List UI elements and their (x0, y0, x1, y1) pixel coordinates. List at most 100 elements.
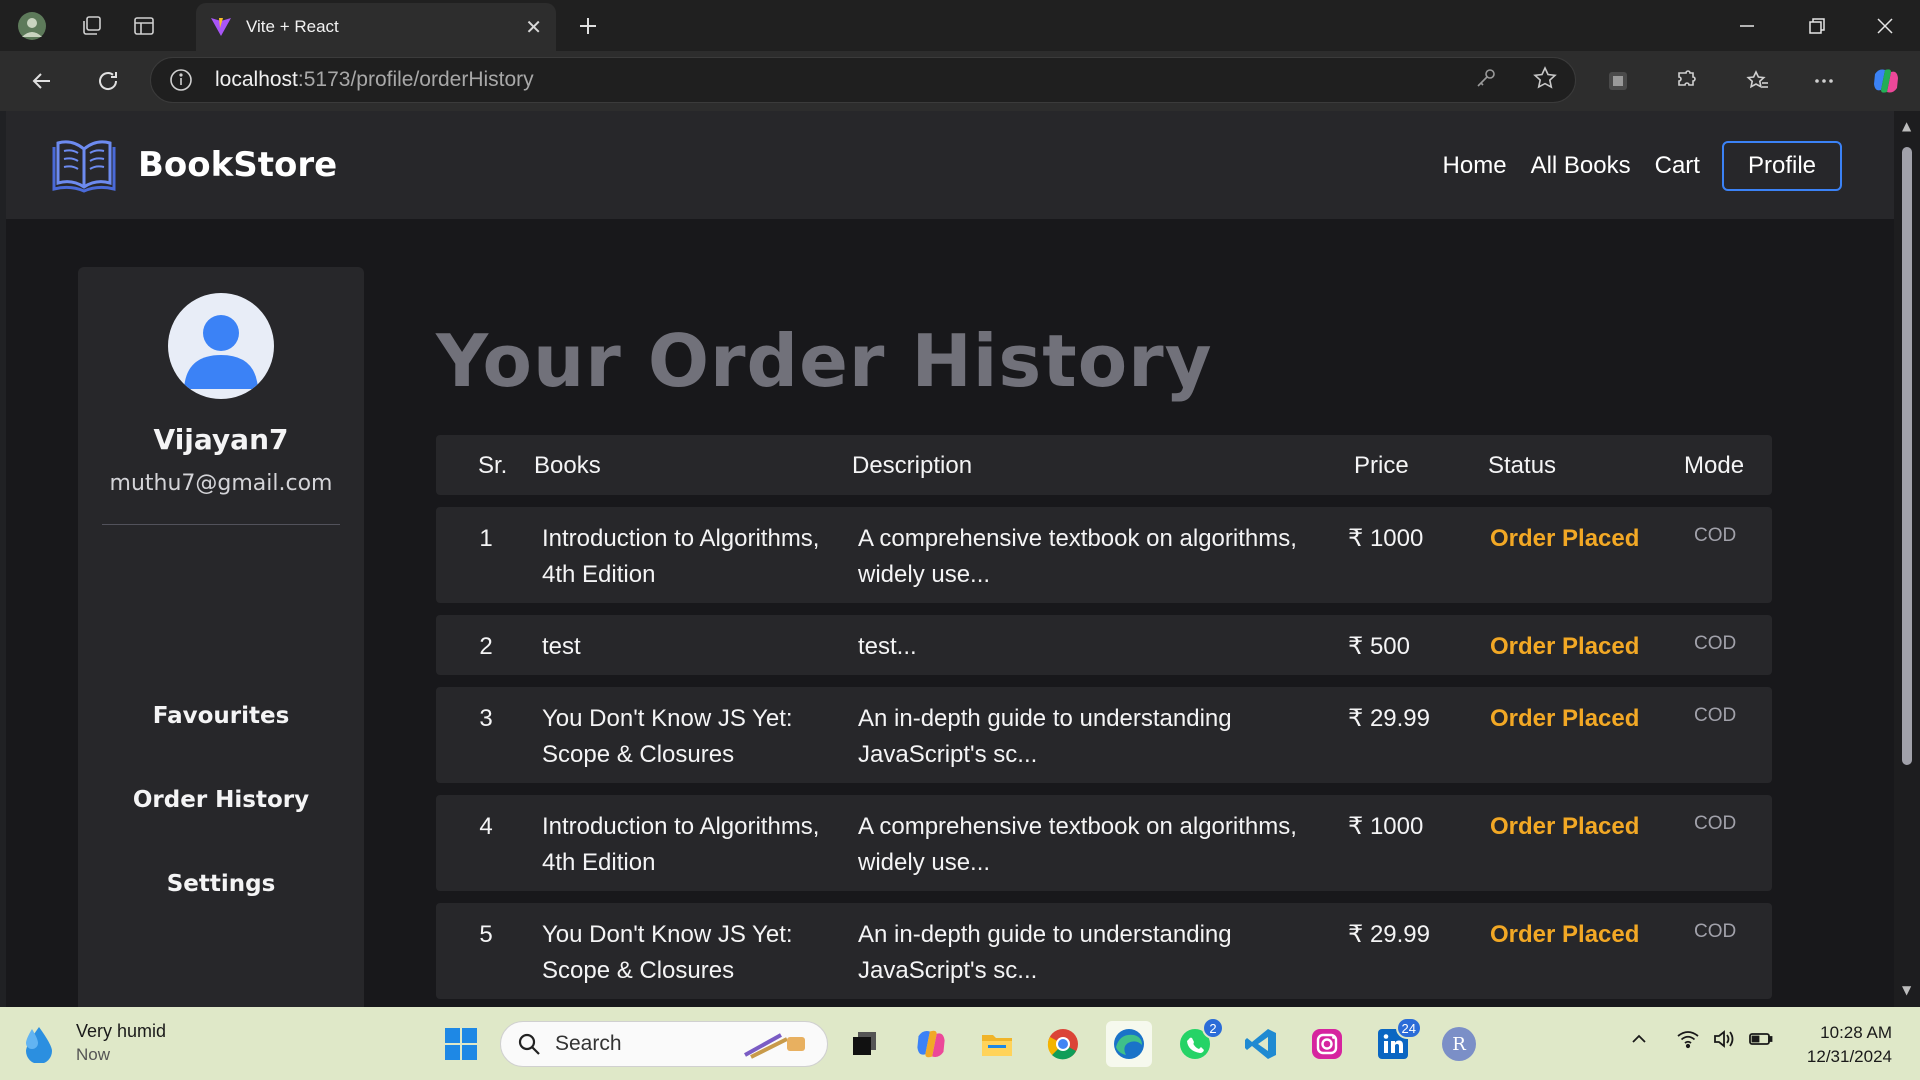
wifi-icon[interactable] (1676, 1029, 1700, 1054)
col-header-status: Status (1488, 452, 1557, 479)
new-tab-icon[interactable] (568, 6, 608, 46)
refresh-icon[interactable] (88, 61, 128, 101)
order-book: Introduction to Algorithms, 4th Edition (542, 525, 820, 588)
order-book: Introduction to Algorithms, 4th Edition (542, 813, 820, 876)
password-key-icon[interactable] (1475, 67, 1497, 94)
order-price: ₹ 29.99 (1348, 921, 1430, 948)
user-email: muthu7@gmail.com (109, 471, 333, 496)
edge-icon[interactable] (1106, 1021, 1152, 1067)
battery-icon[interactable] (1748, 1029, 1774, 1054)
order-status: Order Placed (1490, 705, 1640, 732)
user-initial: R (1442, 1027, 1476, 1061)
table-header: Sr. Books Description Price Status Mode (436, 435, 1772, 495)
table-row[interactable]: 2 test test... ₹ 500 Order Placed COD (436, 615, 1772, 675)
whatsapp-badge: 2 (1202, 1017, 1224, 1039)
brand-name[interactable]: BookStore (138, 145, 337, 185)
page-scrollbar[interactable]: ▲ ▼ (1894, 111, 1920, 1007)
system-clock[interactable]: 10:28 AM 12/31/2024 (1807, 1021, 1892, 1069)
order-price: ₹ 1000 (1348, 813, 1424, 840)
address-bar[interactable]: localhost:5173/profile/orderHistory (150, 57, 1576, 103)
linkedin-icon[interactable]: 24 (1370, 1017, 1422, 1067)
back-icon[interactable] (22, 61, 62, 101)
user-avatar-icon (168, 293, 274, 399)
page-title: Your Order History (436, 319, 1213, 403)
table-row[interactable]: 4 Introduction to Algorithms, 4th Editio… (436, 795, 1772, 891)
profile-avatar-icon[interactable] (12, 6, 52, 46)
nav-links: Home All Books Cart Profile (1419, 141, 1842, 191)
search-highlight-icon (744, 1033, 805, 1059)
windows-taskbar: Very humid Now Search 2 24 R 10:28 AM 12… (0, 1007, 1920, 1080)
restore-icon[interactable] (1782, 0, 1852, 51)
order-mode: COD (1694, 705, 1737, 726)
table-row[interactable]: 1 Introduction to Algorithms, 4th Editio… (436, 507, 1772, 603)
favorite-star-icon[interactable] (1533, 65, 1557, 95)
scroll-down-icon[interactable]: ▼ (1902, 983, 1911, 997)
volume-icon[interactable] (1712, 1029, 1736, 1054)
minimize-icon[interactable] (1712, 0, 1782, 51)
order-price: ₹ 29.99 (1348, 705, 1430, 732)
col-header-books: Books (534, 452, 601, 479)
workspaces-icon[interactable] (72, 6, 112, 46)
copilot-icon[interactable] (1866, 61, 1906, 101)
search-placeholder: Search (555, 1032, 622, 1055)
vscode-icon[interactable] (1238, 1021, 1284, 1067)
sidebar-item-settings[interactable]: Settings (78, 871, 364, 897)
order-mode: COD (1694, 813, 1737, 834)
copilot-app-icon[interactable] (908, 1021, 954, 1067)
table-row[interactable]: 3 You Don't Know JS Yet: Scope & Closure… (436, 687, 1772, 783)
table-row[interactable]: 5 You Don't Know JS Yet: Scope & Closure… (436, 903, 1772, 999)
scroll-up-icon[interactable]: ▲ (1902, 119, 1911, 133)
tab-close-icon[interactable]: ✕ (525, 15, 542, 39)
user-profile-icon[interactable]: R (1436, 1021, 1482, 1067)
chrome-icon[interactable] (1040, 1021, 1086, 1067)
whatsapp-icon[interactable]: 2 (1172, 1017, 1224, 1067)
instagram-icon[interactable] (1304, 1021, 1350, 1067)
order-status: Order Placed (1490, 813, 1640, 840)
extensions-puzzle-icon[interactable] (1666, 61, 1706, 101)
tab-vite-react[interactable]: Vite + React ✕ (196, 3, 556, 51)
profile-sidebar: Vijayan7 muthu7@gmail.com Favourites Ord… (78, 267, 364, 1007)
order-status: Order Placed (1490, 525, 1640, 552)
order-sr: 3 (479, 705, 493, 732)
search-icon (518, 1033, 540, 1055)
order-mode: COD (1694, 921, 1737, 942)
task-view-icon[interactable] (842, 1021, 888, 1067)
tray-chevron-up-icon[interactable] (1630, 1029, 1648, 1053)
sidebar-item-order-history[interactable]: Order History (78, 787, 364, 813)
weather-droplet-icon[interactable] (24, 1025, 54, 1063)
close-window-icon[interactable] (1850, 0, 1920, 51)
order-status: Order Placed (1490, 633, 1640, 660)
nav-link-cart[interactable]: Cart (1655, 152, 1700, 180)
extension-icon[interactable] (1598, 61, 1638, 101)
order-status: Order Placed (1490, 921, 1640, 948)
order-description: A comprehensive textbook on algorithms, … (858, 813, 1297, 876)
order-mode: COD (1694, 633, 1737, 654)
tab-title: Vite + React (246, 17, 339, 36)
weather-subtitle: Now (76, 1045, 111, 1064)
web-page: BookStore Home All Books Cart Profile Vi… (6, 111, 1894, 1007)
order-book: You Don't Know JS Yet: Scope & Closures (542, 921, 793, 984)
windows-start-icon[interactable] (438, 1021, 484, 1067)
url-text[interactable]: localhost:5173/profile/orderHistory (215, 68, 1439, 92)
tab-actions-icon[interactable] (124, 6, 164, 46)
more-options-icon[interactable] (1804, 61, 1844, 101)
col-header-description: Description (852, 452, 973, 479)
linkedin-badge: 24 (1395, 1017, 1422, 1039)
favorites-icon[interactable] (1738, 61, 1778, 101)
file-explorer-icon[interactable] (974, 1021, 1020, 1067)
nav-link-home[interactable]: Home (1443, 152, 1507, 180)
sidebar-item-favourites[interactable]: Favourites (78, 703, 364, 729)
scrollbar-thumb[interactable] (1902, 147, 1912, 765)
site-info-icon[interactable] (169, 68, 193, 92)
browser-tab-bar: Vite + React ✕ (0, 0, 1920, 51)
order-mode: COD (1694, 525, 1737, 546)
weather-title[interactable]: Very humid (76, 1021, 166, 1042)
profile-button[interactable]: Profile (1721, 141, 1842, 191)
nav-link-all-books[interactable]: All Books (1531, 152, 1631, 180)
order-price: ₹ 1000 (1348, 525, 1424, 552)
order-price: ₹ 500 (1348, 633, 1410, 660)
taskbar-search[interactable]: Search (500, 1021, 828, 1067)
book-logo-icon[interactable] (52, 135, 116, 193)
username: Vijayan7 (153, 423, 289, 456)
clock-date: 12/31/2024 (1806, 1047, 1892, 1066)
